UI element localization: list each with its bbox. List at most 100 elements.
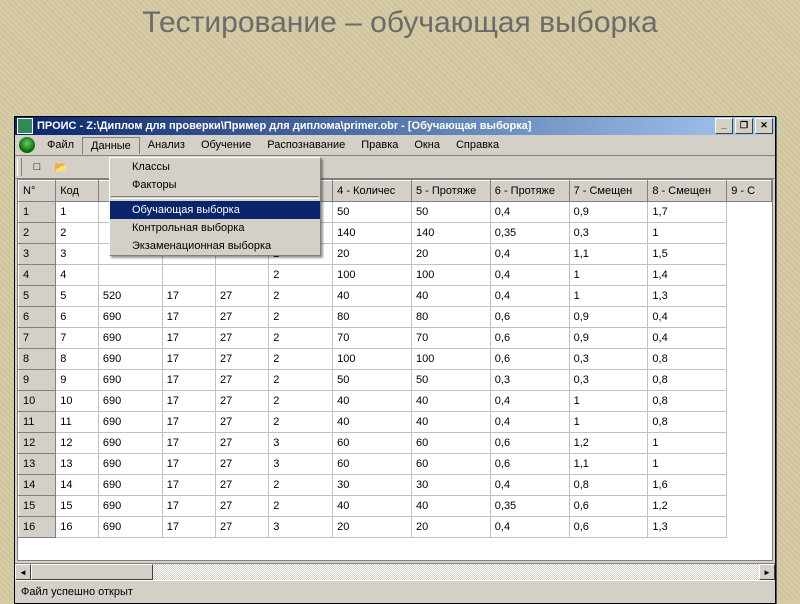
table-row[interactable]: 12126901727360600,61,21	[19, 433, 772, 454]
cell[interactable]: 690	[98, 496, 162, 517]
column-header[interactable]: 7 - Смещен	[569, 181, 648, 202]
menu-item[interactable]: Классы	[110, 158, 320, 176]
cell[interactable]: 50	[333, 370, 412, 391]
cell[interactable]	[162, 265, 215, 286]
cell[interactable]: 40	[333, 391, 412, 412]
column-header[interactable]: 9 - С	[727, 181, 772, 202]
cell[interactable]: 10	[56, 391, 99, 412]
cell[interactable]: 0,6	[490, 349, 569, 370]
cell[interactable]: 0,6	[490, 328, 569, 349]
cell[interactable]: 2	[269, 496, 333, 517]
table-row[interactable]: 555201727240400,411,3	[19, 286, 772, 307]
maximize-button[interactable]: ❐	[735, 118, 753, 134]
cell[interactable]: 1	[569, 391, 648, 412]
cell[interactable]: 27	[216, 286, 269, 307]
cell[interactable]: 4	[56, 265, 99, 286]
cell[interactable]: 20	[411, 517, 490, 538]
menu-обучение[interactable]: Обучение	[193, 137, 259, 154]
column-header[interactable]: N°	[19, 181, 56, 202]
cell[interactable]: 1,2	[569, 433, 648, 454]
cell[interactable]: 0,9	[569, 307, 648, 328]
cell[interactable]: 3	[269, 454, 333, 475]
cell[interactable]: 17	[162, 517, 215, 538]
cell[interactable]: 40	[411, 412, 490, 433]
cell[interactable]: 1	[569, 412, 648, 433]
cell[interactable]: 1,7	[648, 202, 727, 223]
cell[interactable]: 100	[411, 349, 490, 370]
cell[interactable]: 100	[333, 265, 412, 286]
cell[interactable]: 140	[411, 223, 490, 244]
cell[interactable]: 5	[56, 286, 99, 307]
menu-item[interactable]: Контрольная выборка	[110, 219, 320, 237]
cell[interactable]: 17	[162, 454, 215, 475]
cell[interactable]: 1,6	[648, 475, 727, 496]
cell[interactable]: 12	[56, 433, 99, 454]
cell[interactable]: 690	[98, 412, 162, 433]
cell[interactable]: 690	[98, 517, 162, 538]
cell[interactable]: 27	[216, 496, 269, 517]
menu-распознавание[interactable]: Распознавание	[259, 137, 353, 154]
cell[interactable]: 690	[98, 307, 162, 328]
cell[interactable]: 20	[411, 244, 490, 265]
cell[interactable]: 13	[56, 454, 99, 475]
cell[interactable]: 690	[98, 328, 162, 349]
cell[interactable]: 9	[56, 370, 99, 391]
cell[interactable]: 70	[411, 328, 490, 349]
row-number[interactable]: 14	[19, 475, 56, 496]
cell[interactable]: 0,6	[569, 496, 648, 517]
cell[interactable]: 15	[56, 496, 99, 517]
cell[interactable]: 17	[162, 307, 215, 328]
cell[interactable]: 27	[216, 307, 269, 328]
cell[interactable]: 0,8	[569, 475, 648, 496]
cell[interactable]: 1,4	[648, 265, 727, 286]
row-number[interactable]: 2	[19, 223, 56, 244]
column-header[interactable]: Код	[56, 181, 99, 202]
cell[interactable]: 100	[333, 349, 412, 370]
cell[interactable]: 2	[269, 412, 333, 433]
cell[interactable]: 17	[162, 349, 215, 370]
cell[interactable]: 70	[333, 328, 412, 349]
cell[interactable]: 100	[411, 265, 490, 286]
cell[interactable]: 0,8	[648, 391, 727, 412]
cell[interactable]: 7	[56, 328, 99, 349]
cell[interactable]: 0,8	[648, 349, 727, 370]
cell[interactable]: 50	[411, 202, 490, 223]
row-number[interactable]: 12	[19, 433, 56, 454]
cell[interactable]: 1,2	[648, 496, 727, 517]
cell[interactable]: 27	[216, 517, 269, 538]
cell[interactable]: 40	[333, 412, 412, 433]
table-row[interactable]: 4421001000,411,4	[19, 265, 772, 286]
cell[interactable]: 30	[411, 475, 490, 496]
cell[interactable]: 2	[269, 475, 333, 496]
cell[interactable]: 0,4	[490, 265, 569, 286]
cell[interactable]: 0,6	[490, 433, 569, 454]
cell[interactable]: 1	[569, 265, 648, 286]
scroll-left-button[interactable]: ◄	[15, 564, 31, 580]
cell[interactable]: 60	[411, 433, 490, 454]
cell[interactable]: 3	[269, 433, 333, 454]
menu-item[interactable]: Экзаменационная выборка	[110, 237, 320, 255]
cell[interactable]: 0,35	[490, 496, 569, 517]
menu-окна[interactable]: Окна	[406, 137, 448, 154]
cell[interactable]: 1,3	[648, 517, 727, 538]
row-number[interactable]: 16	[19, 517, 56, 538]
cell[interactable]: 1,3	[648, 286, 727, 307]
cell[interactable]: 27	[216, 328, 269, 349]
cell[interactable]: 11	[56, 412, 99, 433]
table-row[interactable]: 11116901727240400,410,8	[19, 412, 772, 433]
row-number[interactable]: 5	[19, 286, 56, 307]
scroll-right-button[interactable]: ►	[759, 564, 775, 580]
cell[interactable]: 0,4	[490, 475, 569, 496]
cell[interactable]: 17	[162, 370, 215, 391]
cell[interactable]: 80	[411, 307, 490, 328]
cell[interactable]: 17	[162, 286, 215, 307]
table-row[interactable]: 14146901727230300,40,81,6	[19, 475, 772, 496]
table-row[interactable]: 776901727270700,60,90,4	[19, 328, 772, 349]
row-number[interactable]: 3	[19, 244, 56, 265]
cell[interactable]: 690	[98, 475, 162, 496]
menu-файл[interactable]: Файл	[39, 137, 82, 154]
cell[interactable]: 0,6	[490, 454, 569, 475]
table-row[interactable]: 88690172721001000,60,30,8	[19, 349, 772, 370]
cell[interactable]: 690	[98, 454, 162, 475]
table-row[interactable]: 13136901727360600,61,11	[19, 454, 772, 475]
